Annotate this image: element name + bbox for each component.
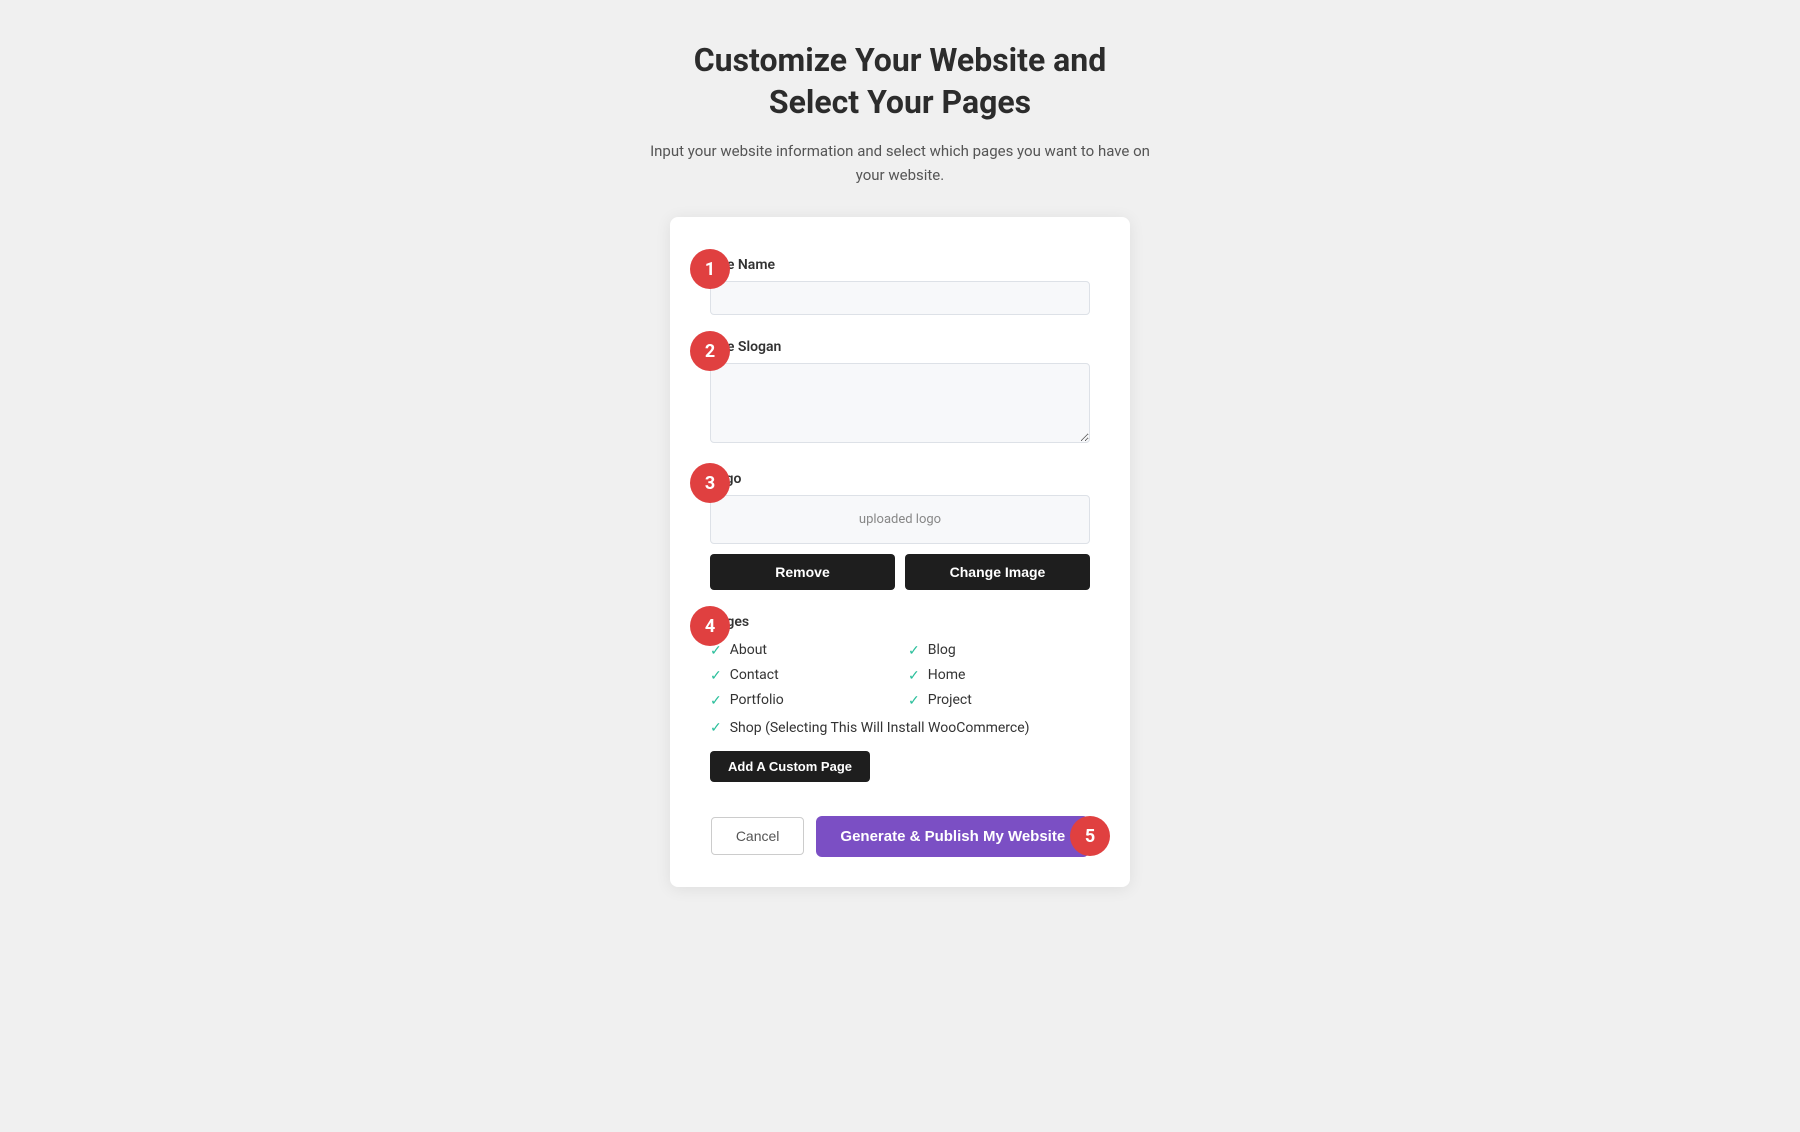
page-header: Customize Your Website and Select Your P…	[650, 40, 1150, 187]
step-4-badge: 4	[690, 606, 730, 646]
site-slogan-section: 2 Site Slogan	[710, 339, 1090, 447]
change-image-button[interactable]: Change Image	[905, 554, 1090, 590]
pages-section: 4 Pages ✓ About ✓ Blog ✓ Contact ✓ Home …	[710, 614, 1090, 782]
logo-buttons: Remove Change Image	[710, 554, 1090, 590]
pages-grid: ✓ About ✓ Blog ✓ Contact ✓ Home ✓ Portfo…	[710, 642, 1090, 709]
check-icon-project: ✓	[908, 693, 920, 709]
add-custom-page-button[interactable]: Add A Custom Page	[710, 751, 870, 782]
cancel-button[interactable]: Cancel	[711, 817, 805, 855]
page-label-home: Home	[928, 667, 966, 683]
page-item-about[interactable]: ✓ About	[710, 642, 892, 659]
page-item-contact[interactable]: ✓ Contact	[710, 667, 892, 684]
page-item-portfolio[interactable]: ✓ Portfolio	[710, 692, 892, 709]
check-icon-home: ✓	[908, 668, 920, 684]
page-label-portfolio: Portfolio	[730, 692, 784, 708]
site-name-label: Site Name	[710, 257, 1090, 273]
step-5-badge: 5	[1070, 816, 1110, 856]
check-icon-blog: ✓	[908, 643, 920, 659]
step-2-badge: 2	[690, 331, 730, 371]
site-slogan-label: Site Slogan	[710, 339, 1090, 355]
page-item-blog[interactable]: ✓ Blog	[908, 642, 1090, 659]
page-label-contact: Contact	[730, 667, 779, 683]
logo-placeholder-text: uploaded logo	[859, 512, 941, 527]
check-icon-contact: ✓	[710, 668, 722, 684]
page-item-project[interactable]: ✓ Project	[908, 692, 1090, 709]
check-icon-shop: ✓	[710, 720, 722, 736]
pages-label: Pages	[710, 614, 1090, 630]
site-name-input[interactable]	[710, 281, 1090, 315]
page-title: Customize Your Website and Select Your P…	[650, 40, 1150, 123]
publish-button[interactable]: Generate & Publish My Website	[816, 816, 1089, 857]
form-card: 1 Site Name 2 Site Slogan 3 Logo uploade…	[670, 217, 1130, 887]
site-name-section: 1 Site Name	[710, 257, 1090, 315]
page-label-blog: Blog	[928, 642, 956, 658]
check-icon-portfolio: ✓	[710, 693, 722, 709]
site-slogan-textarea[interactable]	[710, 363, 1090, 443]
page-label-about: About	[730, 642, 767, 658]
remove-button[interactable]: Remove	[710, 554, 895, 590]
form-footer: Cancel Generate & Publish My Website 5	[710, 806, 1090, 857]
page-label-project: Project	[928, 692, 972, 708]
page-item-shop[interactable]: ✓ Shop (Selecting This Will Install WooC…	[710, 719, 1090, 739]
logo-label: Logo	[710, 471, 1090, 487]
step-3-badge: 3	[690, 463, 730, 503]
page-item-home[interactable]: ✓ Home	[908, 667, 1090, 684]
logo-section: 3 Logo uploaded logo Remove Change Image	[710, 471, 1090, 590]
logo-preview: uploaded logo	[710, 495, 1090, 544]
page-label-shop: Shop (Selecting This Will Install WooCom…	[730, 719, 1030, 739]
step-1-badge: 1	[690, 249, 730, 289]
page-subtitle: Input your website information and selec…	[650, 139, 1150, 187]
